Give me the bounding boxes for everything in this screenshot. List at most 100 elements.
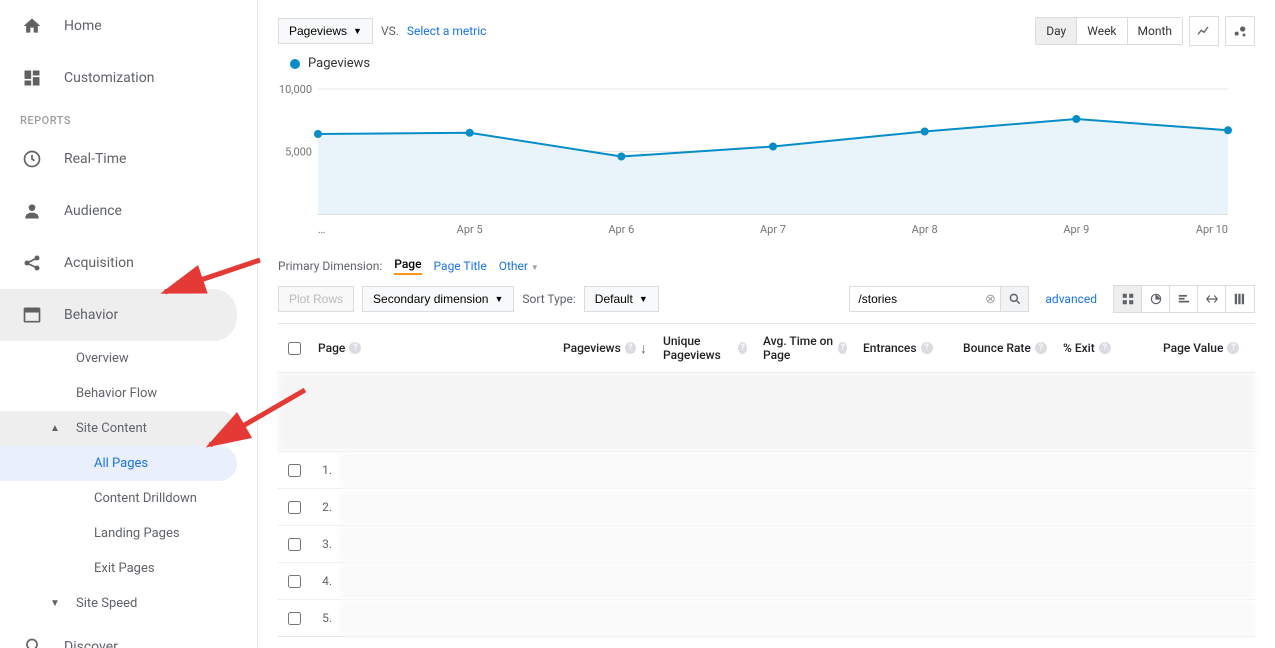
help-icon[interactable]: ? xyxy=(349,342,361,354)
secondary-dimension-dropdown[interactable]: Secondary dimension ▼ xyxy=(362,286,514,312)
row-checkbox[interactable] xyxy=(288,501,301,514)
primary-dimension-other[interactable]: Other ▼ xyxy=(499,259,539,273)
caret-up-icon: ▲ xyxy=(50,423,70,434)
nav-realtime-label: Real-Time xyxy=(64,151,126,167)
caret-down-icon: ▼ xyxy=(353,26,362,36)
sidebar: Home Customization REPORTS Real-Time Aud… xyxy=(0,0,258,648)
nav-acquisition[interactable]: Acquisition xyxy=(0,237,257,289)
caret-down-icon: ▼ xyxy=(531,263,539,272)
col-exit[interactable]: % Exit xyxy=(1063,341,1095,355)
plot-rows-button[interactable]: Plot Rows xyxy=(278,286,354,312)
help-icon[interactable]: ? xyxy=(921,342,933,354)
view-pivot-button[interactable] xyxy=(1226,286,1254,312)
advanced-link[interactable]: advanced xyxy=(1045,292,1097,306)
time-granularity-group: Day Week Month xyxy=(1035,17,1183,45)
dashboard-icon xyxy=(20,66,44,90)
row-data-blurred xyxy=(340,452,1255,488)
nav-exit-pages[interactable]: Exit Pages xyxy=(0,551,257,586)
row-checkbox[interactable] xyxy=(288,575,301,588)
nav-realtime[interactable]: Real-Time xyxy=(0,133,257,185)
share-icon xyxy=(20,251,44,275)
granularity-day[interactable]: Day xyxy=(1036,18,1077,44)
view-table-button[interactable] xyxy=(1114,286,1142,312)
row-checkbox[interactable] xyxy=(288,612,301,625)
help-icon[interactable]: ? xyxy=(1227,342,1239,354)
svg-text:Apr 7: Apr 7 xyxy=(760,223,786,236)
clock-icon xyxy=(20,147,44,171)
nav-site-content-label: Site Content xyxy=(76,421,147,436)
search-clear-icon[interactable]: ⊗ xyxy=(980,292,1000,307)
metric-selector-dropdown[interactable]: Pageviews ▼ xyxy=(278,18,373,44)
help-icon[interactable]: ? xyxy=(1035,342,1047,354)
view-comparison-button[interactable] xyxy=(1198,286,1226,312)
row-checkbox[interactable] xyxy=(288,538,301,551)
search-input[interactable] xyxy=(850,287,980,311)
col-entrances[interactable]: Entrances xyxy=(863,341,917,355)
nav-customization[interactable]: Customization xyxy=(0,52,257,104)
sort-desc-icon: ↓ xyxy=(640,340,647,357)
nav-landing-pages[interactable]: Landing Pages xyxy=(0,516,257,551)
svg-text:Apr 9: Apr 9 xyxy=(1063,223,1089,236)
search-box: ⊗ xyxy=(849,286,1001,312)
main-content: Pageviews ▼ VS. Select a metric Day Week… xyxy=(258,0,1275,648)
col-page-value[interactable]: Page Value xyxy=(1163,341,1223,355)
help-icon[interactable]: ? xyxy=(738,342,747,354)
nav-home[interactable]: Home xyxy=(0,0,257,52)
nav-all-pages[interactable]: All Pages xyxy=(0,446,237,481)
home-icon xyxy=(20,14,44,38)
table-row[interactable]: 4. xyxy=(278,562,1255,599)
select-all-checkbox[interactable] xyxy=(288,342,301,355)
nav-behavior-flow[interactable]: Behavior Flow xyxy=(0,376,257,411)
help-icon[interactable]: ? xyxy=(1099,342,1111,354)
row-index: 4. xyxy=(310,563,340,599)
table-row[interactable]: 1. xyxy=(278,451,1255,488)
vs-label: VS. xyxy=(381,24,399,38)
nav-discover-label: Discover xyxy=(64,639,118,648)
bulb-icon xyxy=(20,635,44,648)
search-button[interactable] xyxy=(1001,286,1029,312)
primary-dimension-page-title[interactable]: Page Title xyxy=(434,259,487,273)
legend-dot xyxy=(290,59,300,69)
caret-down-icon: ▼ xyxy=(639,294,648,304)
col-unique-pageviews[interactable]: Unique Pageviews xyxy=(663,334,734,362)
nav-overview[interactable]: Overview xyxy=(0,341,257,376)
nav-behavior[interactable]: Behavior xyxy=(0,289,237,341)
row-index: 1. xyxy=(310,452,340,488)
reports-section-label: REPORTS xyxy=(0,104,257,133)
nav-site-speed[interactable]: ▼ Site Speed xyxy=(0,586,257,621)
row-data-blurred xyxy=(340,526,1255,562)
nav-site-speed-label: Site Speed xyxy=(76,596,137,611)
row-data-blurred xyxy=(340,489,1255,525)
nav-discover[interactable]: Discover xyxy=(0,621,257,648)
help-icon[interactable]: ? xyxy=(838,342,847,354)
granularity-month[interactable]: Month xyxy=(1128,18,1182,44)
nav-site-content[interactable]: ▲ Site Content xyxy=(0,411,237,446)
person-icon xyxy=(20,199,44,223)
row-checkbox[interactable] xyxy=(288,464,301,477)
svg-text:10,000: 10,000 xyxy=(279,83,312,96)
sort-type-dropdown[interactable]: Default ▼ xyxy=(584,286,659,312)
col-page[interactable]: Page xyxy=(318,341,345,355)
nav-audience-label: Audience xyxy=(64,203,122,219)
view-bar-button[interactable] xyxy=(1170,286,1198,312)
select-metric-link[interactable]: Select a metric xyxy=(407,24,487,38)
table-row[interactable]: 3. xyxy=(278,525,1255,562)
chart-type-line-button[interactable] xyxy=(1189,16,1219,46)
table-row[interactable]: 5. xyxy=(278,599,1255,636)
svg-text:Apr 5: Apr 5 xyxy=(457,223,483,236)
summary-row-blurred xyxy=(278,373,1255,451)
nav-behavior-label: Behavior xyxy=(64,307,118,323)
nav-audience[interactable]: Audience xyxy=(0,185,257,237)
granularity-week[interactable]: Week xyxy=(1077,18,1127,44)
behavior-icon xyxy=(20,303,44,327)
view-pie-button[interactable] xyxy=(1142,286,1170,312)
row-index: 2. xyxy=(310,489,340,525)
col-avg-time[interactable]: Avg. Time on Page xyxy=(763,334,834,362)
col-pageviews[interactable]: Pageviews xyxy=(563,341,621,355)
col-bounce-rate[interactable]: Bounce Rate xyxy=(963,341,1031,355)
help-icon[interactable]: ? xyxy=(625,342,636,354)
primary-dimension-active[interactable]: Page xyxy=(394,257,421,275)
chart-type-motion-button[interactable] xyxy=(1225,16,1255,46)
table-row[interactable]: 2. xyxy=(278,488,1255,525)
nav-content-drilldown[interactable]: Content Drilldown xyxy=(0,481,257,516)
